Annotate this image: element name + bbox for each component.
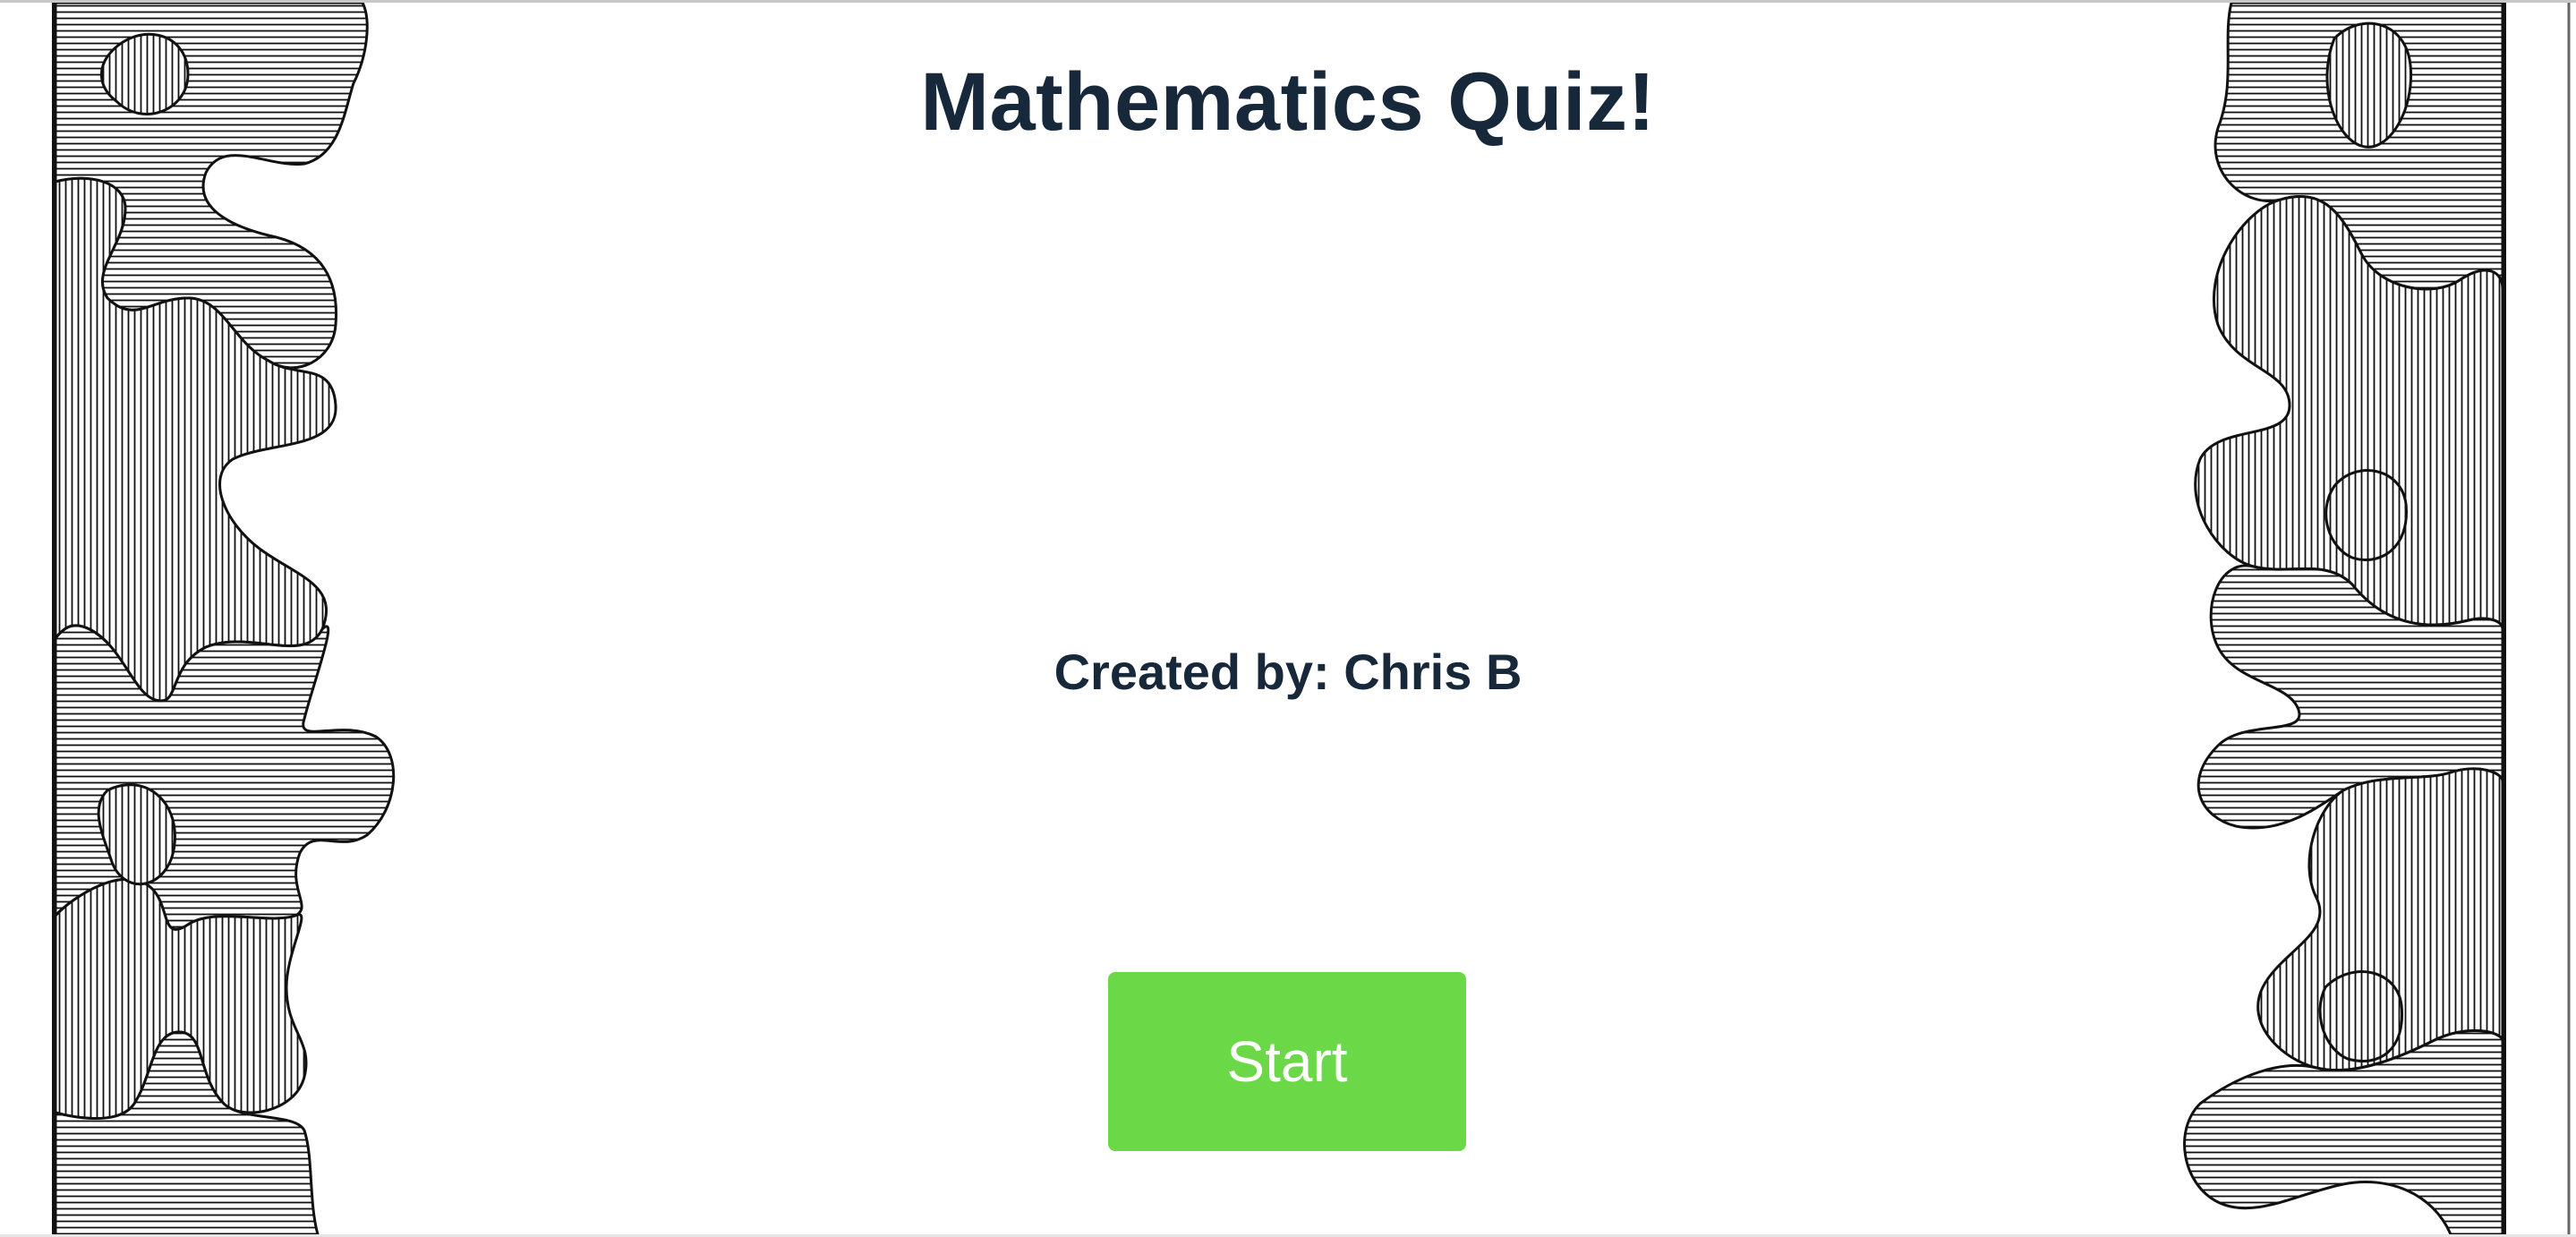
left-puzzle-border-icon: [0, 3, 412, 1234]
right-puzzle-border-icon: [2164, 3, 2576, 1234]
start-button[interactable]: Start: [1108, 972, 1466, 1151]
quiz-title: Mathematics Quiz!: [920, 56, 1656, 148]
author-credit: Created by: Chris B: [1053, 644, 1523, 700]
